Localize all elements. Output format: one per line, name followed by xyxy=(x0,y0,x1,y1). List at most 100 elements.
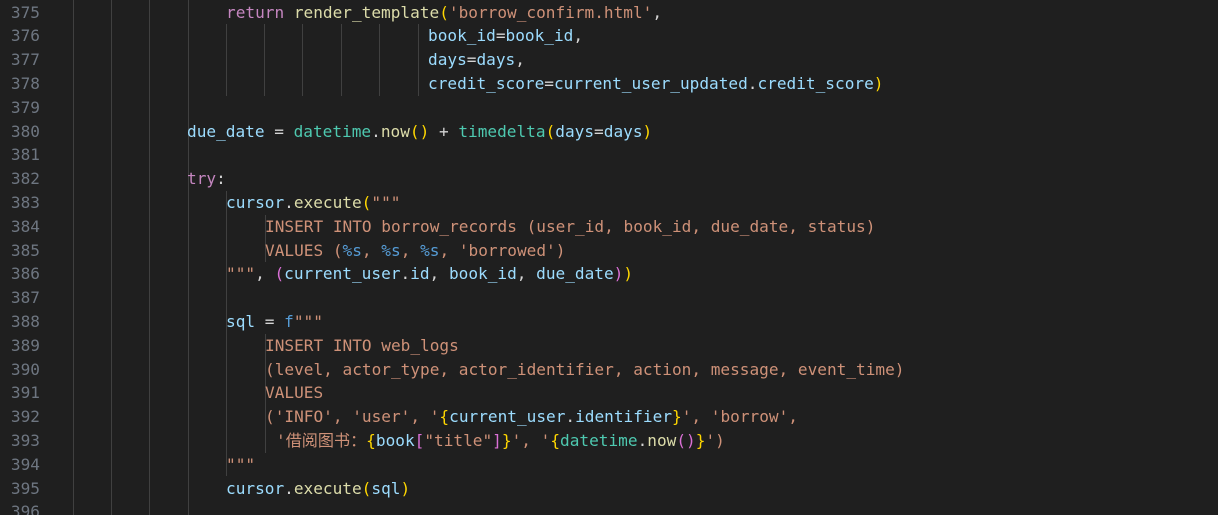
code-line[interactable]: 387 xyxy=(0,286,1218,310)
code-token: execute xyxy=(293,478,362,498)
code-token: "title" xyxy=(424,430,493,450)
code-line[interactable]: 383 cursor.execute(""" xyxy=(0,191,1218,215)
code-token: identifier xyxy=(575,407,673,427)
code-line[interactable]: 382 try: xyxy=(0,167,1218,191)
code-token: ) xyxy=(873,73,884,93)
line-number: 392 xyxy=(10,407,40,427)
code-token: """ xyxy=(226,454,256,474)
code-token: , xyxy=(652,2,663,22)
code-text: VALUES xyxy=(265,381,323,405)
code-token: } xyxy=(672,407,682,427)
code-token: . xyxy=(400,264,411,284)
code-token: = xyxy=(594,121,604,141)
code-line[interactable]: 393 '借阅图书：{book["title"]}', '{datetime.no… xyxy=(0,429,1218,453)
code-line[interactable]: 376 book_id=book_id, xyxy=(0,24,1218,48)
code-token: = xyxy=(264,121,294,141)
code-token: { xyxy=(550,430,561,450)
code-token: ) xyxy=(623,264,634,284)
code-token: , xyxy=(516,264,537,284)
code-token: ( xyxy=(545,121,556,141)
line-number: 382 xyxy=(10,169,40,189)
code-token: current_user xyxy=(449,407,566,427)
code-token: now xyxy=(380,121,410,141)
code-token: . xyxy=(565,407,576,427)
code-line[interactable]: 396 xyxy=(0,500,1218,515)
code-token: credit_score xyxy=(757,73,874,93)
code-token: . xyxy=(371,121,381,141)
code-text: credit_score=current_user_updated.credit… xyxy=(428,72,883,96)
code-line[interactable]: 380 due_date = datetime.now() + timedelta… xyxy=(0,120,1218,144)
code-line[interactable]: 389 INSERT INTO web_logs xyxy=(0,334,1218,358)
code-text: sql = f""" xyxy=(226,310,323,334)
code-text: INSERT INTO borrow_records (user_id, boo… xyxy=(265,215,875,239)
code-token: ( xyxy=(274,264,285,284)
line-number: 390 xyxy=(10,359,40,379)
code-token: timedelta xyxy=(458,121,546,141)
line-number: 378 xyxy=(10,73,40,93)
line-number: 394 xyxy=(10,454,40,474)
code-token: due_date xyxy=(536,264,614,284)
code-token: } xyxy=(695,430,706,450)
code-token: days xyxy=(428,50,467,70)
code-token: days xyxy=(603,121,643,141)
code-token: , xyxy=(400,240,421,260)
code-line[interactable]: 386 """, (current_user.id, book_id, due_d… xyxy=(0,262,1218,286)
code-text: days=days, xyxy=(428,48,525,72)
code-token: . xyxy=(284,192,294,212)
code-token: render_template xyxy=(293,2,440,22)
code-token: ] xyxy=(492,430,502,450)
code-token: now xyxy=(647,430,677,450)
code-line[interactable]: 388 sql = f""" xyxy=(0,310,1218,334)
code-token: = xyxy=(544,73,554,93)
code-line[interactable]: 390 (level, actor_type, actor_identifier,… xyxy=(0,358,1218,382)
code-token: ( xyxy=(439,2,449,22)
code-token: book_id xyxy=(428,26,496,46)
code-line[interactable]: 391 VALUES xyxy=(0,381,1218,405)
code-token: INSERT INTO borrow_records (user_id, boo… xyxy=(265,216,876,236)
code-token: . xyxy=(284,478,294,498)
code-line[interactable]: 384 INSERT INTO borrow_records (user_id, … xyxy=(0,215,1218,239)
line-number: 380 xyxy=(10,121,40,141)
line-number: 395 xyxy=(10,478,40,498)
line-number: 396 xyxy=(10,502,40,515)
code-token: = xyxy=(255,311,285,331)
code-line[interactable]: 378 credit_score=current_user_updated.cre… xyxy=(0,72,1218,96)
line-number: 377 xyxy=(10,50,40,70)
code-text: try: xyxy=(187,167,226,191)
line-number: 381 xyxy=(10,145,40,165)
code-line[interactable]: 385 VALUES (%s, %s, %s, 'borrowed') xyxy=(0,239,1218,263)
code-token: %s xyxy=(420,240,440,260)
line-number: 383 xyxy=(10,192,40,212)
code-line[interactable]: 394 """ xyxy=(0,453,1218,477)
code-token: current_user_updated xyxy=(553,73,748,93)
code-token: VALUES ( xyxy=(265,240,343,260)
code-token: = xyxy=(495,26,506,46)
code-token: try xyxy=(187,169,217,189)
code-text: book_id=book_id, xyxy=(428,24,583,48)
code-token: { xyxy=(439,407,450,427)
line-number: 384 xyxy=(10,216,40,236)
code-text: cursor.execute(sql) xyxy=(226,477,410,501)
code-line[interactable]: 392 ('INFO', 'user', '{current_user.ident… xyxy=(0,405,1218,429)
code-text: INSERT INTO web_logs xyxy=(265,334,459,358)
line-number: 376 xyxy=(10,26,40,46)
code-text: (level, actor_type, actor_identifier, ac… xyxy=(265,358,905,382)
code-line[interactable]: 379 xyxy=(0,96,1218,120)
code-line[interactable]: 375 return render_template('borrow_confir… xyxy=(0,1,1218,25)
code-token: 'borrow_confirm.html' xyxy=(448,2,653,22)
code-token: %s xyxy=(381,240,401,260)
code-token: days xyxy=(476,50,516,70)
code-token: ) xyxy=(613,264,624,284)
code-token: return xyxy=(226,2,285,22)
code-token: , xyxy=(515,50,525,70)
code-line[interactable]: 381 xyxy=(0,143,1218,167)
code-editor[interactable]: 375 return render_template('borrow_confir… xyxy=(0,0,1218,515)
code-line[interactable]: 377 days=days, xyxy=(0,48,1218,72)
code-token: , xyxy=(255,264,275,284)
code-token: datetime xyxy=(560,430,638,450)
code-line[interactable]: 395 cursor.execute(sql) xyxy=(0,477,1218,501)
code-token: """ xyxy=(371,192,401,212)
code-token: %s xyxy=(342,240,362,260)
code-token: : xyxy=(216,169,226,189)
